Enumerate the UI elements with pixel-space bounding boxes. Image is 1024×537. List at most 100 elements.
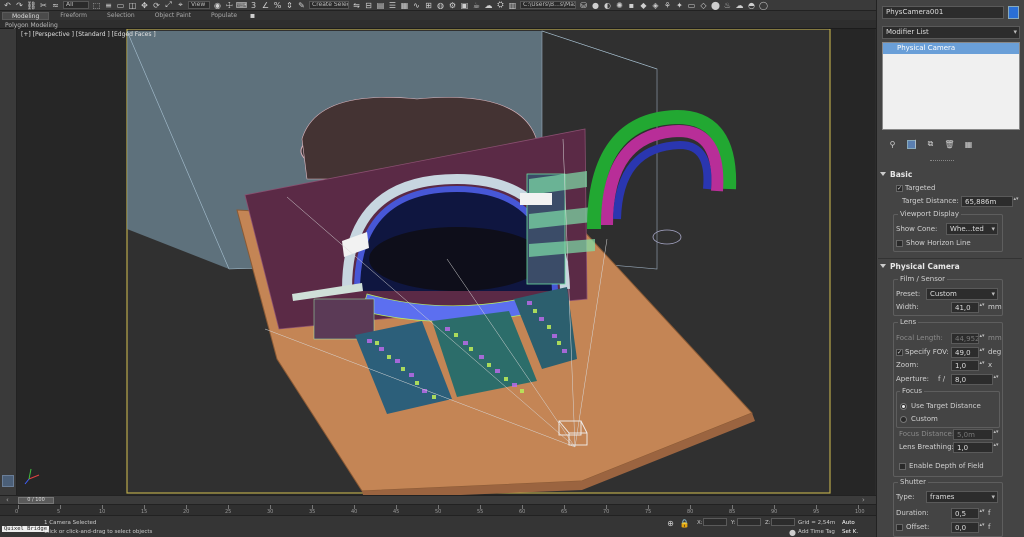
- tab-selection[interactable]: Selection: [98, 12, 144, 20]
- tab-modeling[interactable]: Modeling: [2, 11, 50, 20]
- viewport-label[interactable]: [+] [Perspective ] [Standard ] [Edged Fa…: [21, 31, 156, 38]
- basic-rollout-header[interactable]: Basic: [880, 170, 912, 179]
- specify-fov-field[interactable]: 49,0: [951, 347, 979, 358]
- ribbon-options-icon[interactable]: ▪: [248, 11, 257, 20]
- custom-focus-radio[interactable]: [900, 416, 907, 423]
- plugins-icon[interactable]: ⬤: [711, 1, 720, 10]
- focus-distance-field[interactable]: 5,0m: [953, 429, 993, 440]
- next-frame-icon[interactable]: ›: [862, 496, 865, 504]
- reference-coord-dropdown[interactable]: View: [188, 1, 210, 9]
- focal-length-field[interactable]: 44,952: [951, 333, 979, 344]
- lens-breathing-field[interactable]: 1,0: [953, 442, 993, 453]
- redo-icon[interactable]: ↷: [15, 1, 24, 10]
- physical-camera-rollout-header[interactable]: Physical Camera: [880, 262, 960, 271]
- use-target-distance-radio[interactable]: [900, 403, 907, 410]
- focus-distance-spinner[interactable]: ▴▾: [993, 430, 999, 439]
- time-slider[interactable]: 0 / 100 ‹ ›: [0, 495, 876, 504]
- manage-icon[interactable]: ⛁: [579, 1, 588, 10]
- modifier-stack-item[interactable]: Physical Camera: [883, 43, 1019, 54]
- render-preset-icon[interactable]: ✦: [675, 1, 684, 10]
- place-icon[interactable]: ⌖: [176, 0, 185, 10]
- render-icon[interactable]: ☕: [472, 1, 481, 10]
- sphere-icon[interactable]: ◓: [747, 1, 756, 10]
- viewport-layout-icon[interactable]: [2, 475, 14, 487]
- time-tag-icon[interactable]: ●: [788, 528, 797, 537]
- enable-dof-checkbox[interactable]: [899, 463, 906, 470]
- track-bar[interactable]: 0 5 10 15 20 25 30 35 40 45 50 55 60 65 70 75 80 85 90 95 10…: [0, 504, 876, 515]
- render-setup-icon[interactable]: ⚙: [448, 1, 457, 10]
- y-coord-field[interactable]: [737, 518, 761, 526]
- prev-frame-icon[interactable]: ‹: [6, 496, 9, 504]
- project-path-field[interactable]: C:\Users\B...s\Max 2020: [520, 1, 576, 9]
- torus-icon[interactable]: ◯: [759, 1, 768, 10]
- x-coord-field[interactable]: [703, 518, 727, 526]
- show-horizon-checkbox[interactable]: [896, 240, 903, 247]
- lens-breathing-spinner[interactable]: ▴▾: [993, 443, 999, 452]
- link-icon[interactable]: ⛓: [26, 1, 36, 10]
- width-field[interactable]: 41,0: [951, 302, 979, 313]
- utilities-icon[interactable]: ◇: [699, 1, 708, 10]
- edit-named-sets-icon[interactable]: ✎: [297, 1, 306, 10]
- rect-selection-icon[interactable]: ▭: [116, 1, 125, 10]
- select-manipulate-icon[interactable]: ☩: [225, 1, 234, 10]
- add-time-tag-button[interactable]: Add Time Tag: [798, 529, 835, 535]
- offset-spinner[interactable]: ▴▾: [979, 523, 985, 532]
- tab-populate[interactable]: Populate: [202, 12, 246, 20]
- schematic-view-icon[interactable]: ⊞: [424, 1, 433, 10]
- set-key-button[interactable]: Set K.: [842, 529, 858, 535]
- toggle-ribbon-icon[interactable]: ▦: [400, 1, 409, 10]
- lock-selection-icon[interactable]: 🔒: [680, 519, 690, 528]
- selection-filter-dropdown[interactable]: All: [63, 1, 89, 9]
- keyboard-shortcut-icon[interactable]: ⌨: [236, 1, 248, 10]
- focal-length-spinner[interactable]: ▴▾: [979, 334, 985, 343]
- snaps-toggle-icon[interactable]: 3: [249, 1, 258, 10]
- object-color-swatch[interactable]: [1008, 6, 1019, 19]
- create-shapes-icon[interactable]: ◐: [603, 1, 612, 10]
- object-name-field[interactable]: PhysCamera001: [882, 6, 1004, 19]
- bind-spacewarp-icon[interactable]: ≈: [51, 1, 60, 10]
- show-end-result-icon[interactable]: ⎹: [907, 139, 916, 149]
- move-icon[interactable]: ✥: [140, 1, 149, 10]
- create-spacewarps-icon[interactable]: ◈: [651, 1, 660, 10]
- specify-fov-spinner[interactable]: ▴▾: [979, 348, 985, 357]
- create-cameras-icon[interactable]: ▪: [627, 1, 636, 10]
- zoom-spinner[interactable]: ▴▾: [979, 361, 985, 370]
- remove-modifier-icon[interactable]: 🗑: [944, 140, 954, 149]
- scale-icon[interactable]: ⤢: [164, 0, 173, 10]
- targeted-checkbox[interactable]: ✓: [896, 185, 903, 192]
- create-geometry-icon[interactable]: ●: [591, 1, 600, 10]
- create-lights-icon[interactable]: ✺: [615, 1, 624, 10]
- perspective-viewport[interactable]: [+] [Perspective ] [Standard ] [Edged Fa…: [17, 29, 875, 495]
- undo-icon[interactable]: ↶: [3, 1, 12, 10]
- tab-object-paint[interactable]: Object Paint: [146, 12, 200, 20]
- display-icon[interactable]: ▭: [687, 1, 696, 10]
- fluids-icon[interactable]: ☁: [735, 1, 744, 10]
- target-distance-field[interactable]: 65,886m: [961, 196, 1013, 207]
- a360-gallery-icon[interactable]: ⛭: [496, 0, 505, 10]
- aperture-field[interactable]: 8,0: [951, 374, 993, 385]
- target-distance-spinner[interactable]: ▴▾: [1013, 197, 1019, 206]
- duration-field[interactable]: 0,5: [951, 508, 979, 519]
- pin-stack-icon[interactable]: ⚲: [888, 140, 897, 149]
- project-folder-icon[interactable]: ▥: [508, 1, 517, 10]
- z-coord-field[interactable]: [771, 518, 795, 526]
- align-icon[interactable]: ⊟: [364, 1, 373, 10]
- teapot-icon[interactable]: ♨: [723, 1, 732, 10]
- curve-editor-icon[interactable]: ∿: [412, 1, 421, 10]
- modifier-list-dropdown[interactable]: Modifier List: [882, 26, 1020, 39]
- unlink-icon[interactable]: ✂: [39, 1, 48, 10]
- isolate-selection-icon[interactable]: ⊕: [666, 519, 675, 528]
- offset-checkbox[interactable]: [896, 524, 903, 531]
- make-unique-icon[interactable]: ⧉: [926, 139, 935, 149]
- auto-key-button[interactable]: Auto: [842, 520, 855, 526]
- specify-fov-checkbox[interactable]: ✓: [896, 349, 903, 356]
- select-by-name-icon[interactable]: ≡: [104, 1, 113, 10]
- aperture-spinner[interactable]: ▴▾: [993, 375, 999, 384]
- create-helpers-icon[interactable]: ◆: [639, 1, 648, 10]
- configure-modifier-sets-icon[interactable]: ▦: [964, 140, 973, 149]
- time-slider-thumb[interactable]: 0 / 100: [18, 497, 54, 504]
- layer-explorer-icon[interactable]: ☰: [388, 1, 397, 10]
- polygon-modeling-panel[interactable]: Polygon Modeling: [0, 22, 58, 29]
- offset-field[interactable]: 0,0: [951, 522, 979, 533]
- pivot-center-icon[interactable]: ◉: [213, 1, 222, 10]
